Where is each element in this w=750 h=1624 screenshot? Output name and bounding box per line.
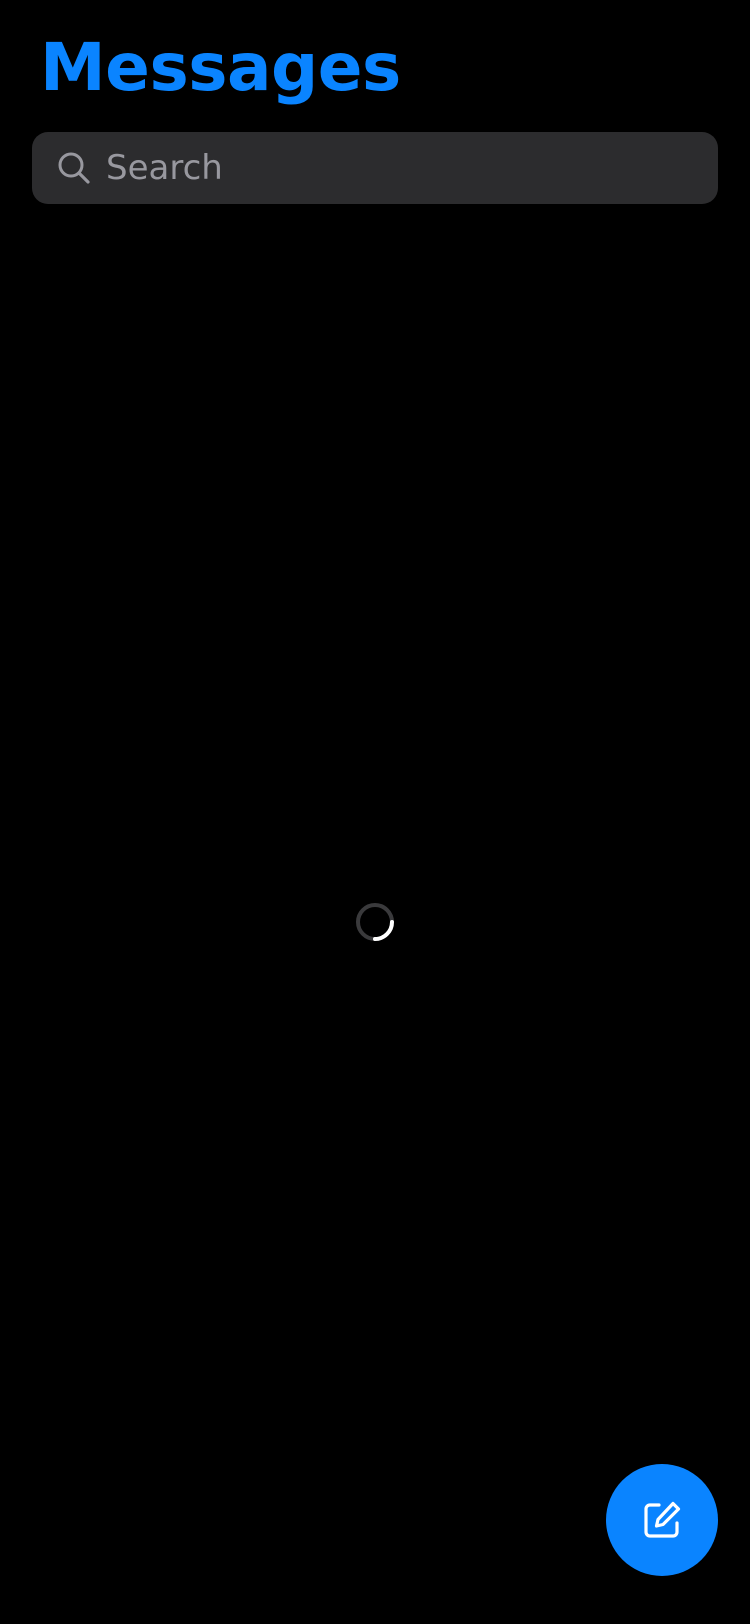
spinner-icon (356, 903, 394, 941)
search-input[interactable] (92, 131, 718, 205)
compose-button[interactable] (606, 1464, 718, 1576)
compose-icon (640, 1498, 684, 1542)
search-bar[interactable] (32, 131, 718, 205)
loading-spinner (355, 902, 395, 942)
page-title: Messages (40, 29, 401, 106)
search-icon (56, 150, 92, 186)
